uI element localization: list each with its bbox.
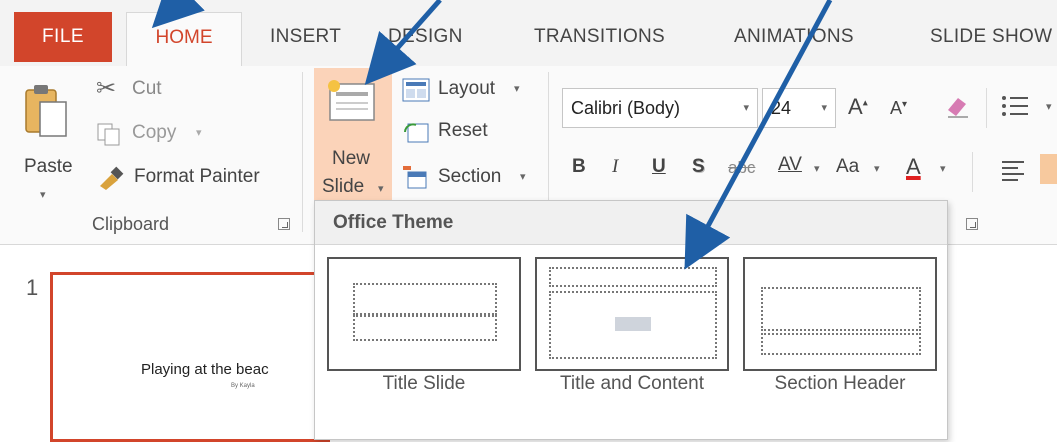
tab-home[interactable]: HOME <box>126 12 242 68</box>
thumbnail-title: Playing at the beac <box>141 361 269 378</box>
tab-design[interactable]: DESIGN <box>388 22 463 66</box>
font-color-caret[interactable]: ▾ <box>940 162 946 175</box>
layout-label: Layout <box>438 78 496 99</box>
layout-button[interactable]: Layout ▾ <box>402 78 532 108</box>
paste-button[interactable]: Paste ▾ <box>18 76 78 201</box>
new-slide-layout-gallery: Office Theme Title Slide Title and Conte… <box>314 200 948 440</box>
reset-label: Reset <box>438 120 488 141</box>
copy-label: Copy <box>132 122 177 143</box>
paste-label: Paste <box>24 156 73 177</box>
section-text-placeholder <box>761 333 921 355</box>
paste-icon <box>25 85 67 137</box>
cut-label: Cut <box>132 78 162 99</box>
format-painter-button[interactable]: Format Painter <box>96 164 296 194</box>
change-case-caret[interactable]: ▾ <box>874 162 880 175</box>
copy-dropdown-caret: ▾ <box>196 127 202 139</box>
bullets-caret[interactable]: ▾ <box>1046 100 1052 113</box>
slide-thumbnail[interactable]: Playing at the beac By Kayla <box>50 272 330 442</box>
thumbnail-subtitle: By Kayla <box>231 383 255 389</box>
bullets-icon[interactable] <box>1000 92 1040 120</box>
layout-thumb-title-slide[interactable] <box>327 257 521 371</box>
section-label: Section <box>438 166 502 187</box>
subtitle-placeholder <box>353 315 497 341</box>
new-slide-caret: ▾ <box>378 183 384 195</box>
bold-button[interactable]: B <box>572 156 586 178</box>
align-center-button[interactable] <box>1040 154 1057 184</box>
character-spacing-caret[interactable]: ▾ <box>814 162 820 175</box>
copy-icon <box>97 123 120 146</box>
slide-number: 1 <box>26 275 39 300</box>
reset-icon <box>404 123 429 143</box>
new-slide-label-line1: New <box>332 148 371 169</box>
section-title-placeholder <box>761 287 921 331</box>
section-caret: ▾ <box>520 171 526 183</box>
font-dialog-launcher[interactable] <box>966 218 978 230</box>
layout-icon <box>402 78 430 102</box>
section-icon <box>403 166 427 189</box>
tab-insert[interactable]: INSERT <box>270 22 341 66</box>
ribbon-tab-bar: FILE HOME INSERT DESIGN TRANSITIONS ANIM… <box>0 0 1057 68</box>
tab-slide-show[interactable]: SLIDE SHOW <box>930 22 1052 66</box>
group-separator <box>548 72 549 202</box>
tab-animations[interactable]: ANIMATIONS <box>734 22 854 66</box>
clipboard-group-label: Clipboard <box>92 214 170 234</box>
format-painter-label: Format Painter <box>134 166 260 187</box>
font-size-dropdown[interactable]: 24 ▾ <box>762 88 836 128</box>
text-shadow-button[interactable]: S <box>692 156 705 178</box>
layout-thumb-section-header[interactable] <box>743 257 937 371</box>
layout-thumb-title-and-content[interactable] <box>535 257 729 371</box>
paintbrush-icon <box>100 166 124 190</box>
font-name-dropdown[interactable]: Calibri (Body) ▾ <box>562 88 758 128</box>
content-icons <box>615 317 651 331</box>
new-slide-button[interactable]: New Slide ▾ <box>314 68 392 204</box>
clear-formatting-icon[interactable] <box>944 92 972 120</box>
grow-font-button[interactable]: A▴ <box>848 94 868 120</box>
clipboard-dialog-launcher[interactable] <box>278 218 290 230</box>
scissors-icon: ✂ <box>96 75 117 102</box>
reset-button[interactable]: Reset <box>402 120 512 150</box>
section-button[interactable]: Section ▾ <box>402 164 532 194</box>
tab-file[interactable]: FILE <box>14 12 112 62</box>
character-spacing-button[interactable]: AV <box>778 154 802 176</box>
change-case-button[interactable]: Aa <box>836 156 859 178</box>
font-size-caret: ▾ <box>821 102 827 114</box>
new-slide-icon <box>328 80 375 121</box>
layout-label-title-slide: Title Slide <box>382 373 466 394</box>
new-slide-label-line2: Slide <box>322 176 365 197</box>
font-size-value: 24 <box>771 98 792 118</box>
gallery-title: Office Theme <box>315 201 947 245</box>
group-separator <box>302 72 303 232</box>
shrink-font-button[interactable]: A▾ <box>890 98 907 119</box>
group-separator <box>986 88 987 128</box>
content-placeholder <box>549 291 717 359</box>
group-separator <box>972 152 973 192</box>
align-left-icon[interactable] <box>1000 158 1028 182</box>
copy-button[interactable]: Copy ▾ <box>96 120 236 150</box>
layout-label-title-and-content: Title and Content <box>560 373 704 394</box>
strikethrough-button[interactable]: abc <box>728 158 755 178</box>
font-color-button[interactable]: A <box>906 154 921 180</box>
cut-button[interactable]: ✂ Cut <box>96 75 206 106</box>
layout-label-section-header: Section Header <box>774 373 906 394</box>
paste-dropdown-caret: ▾ <box>40 189 46 201</box>
font-name-caret: ▾ <box>743 102 749 114</box>
italic-button[interactable]: I <box>612 156 618 178</box>
tab-transitions[interactable]: TRANSITIONS <box>534 22 665 66</box>
font-name-value: Calibri (Body) <box>571 98 681 118</box>
layout-caret: ▾ <box>514 83 520 95</box>
title-placeholder <box>549 267 717 287</box>
title-placeholder <box>353 283 497 315</box>
underline-button[interactable]: U <box>652 156 666 178</box>
